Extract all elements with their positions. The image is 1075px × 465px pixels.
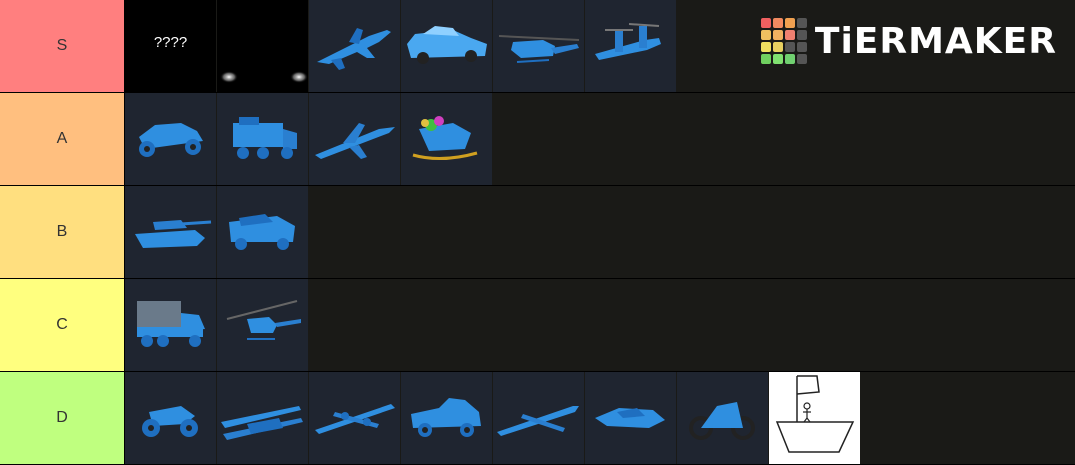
tier-row-s: S ???? TiERMAKER [0,0,1075,92]
dirt-bike-tile[interactable] [677,372,768,464]
tier-row-b: B [0,186,1075,278]
headlights-icon [220,71,308,83]
tier-row-a: A [0,93,1075,185]
tier-label-s: S [0,0,124,92]
logo-grid-icon [760,18,807,64]
humvee-icon [229,214,295,250]
cargo-truck-tile[interactable] [125,279,216,371]
helicopter-tile[interactable] [493,0,584,92]
tier-items-b[interactable] [125,186,1075,278]
hover-bike-tile[interactable] [585,372,676,464]
tier-label-b: B [0,186,124,278]
hidden-item-tile[interactable]: ???? [125,0,216,92]
tiltrotor-icon [595,23,661,60]
tier-label-c: C [0,279,124,371]
light-helicopter-icon [226,300,301,340]
tier-items-c[interactable] [125,279,1075,371]
helicopter-icon [498,35,580,63]
dark-car-tile[interactable] [217,0,308,92]
boat-drawing-tile[interactable] [769,372,860,464]
tier-board: S ???? TiERMAKER A B C D [0,0,1075,465]
tier-row-c: C [0,279,1075,371]
pickup-truck-tile[interactable] [401,372,492,464]
biplane-tile[interactable] [217,372,308,464]
twin-engine-plane-icon [315,404,395,434]
hover-bike-icon [595,408,665,428]
logo-text: TiERMAKER [814,20,1057,62]
sleigh-tile[interactable] [401,93,492,185]
tier-label-d: D [0,372,124,464]
dune-buggy-icon [139,123,203,157]
humvee-tile[interactable] [217,186,308,278]
pickup-truck-icon [411,398,481,437]
quad-bike-icon [142,406,198,437]
tier-items-a[interactable] [125,93,1075,185]
twin-engine-plane-tile[interactable] [309,372,400,464]
tier-label-a: A [0,93,124,185]
tiermaker-logo: TiERMAKER [760,18,1057,64]
attack-jet-icon [315,123,395,159]
transport-plane-tile[interactable] [493,372,584,464]
cargo-truck-icon [137,301,205,347]
hidden-item-text: ???? [153,34,188,51]
armored-truck-icon [233,117,297,159]
tiltrotor-tile[interactable] [585,0,676,92]
tier-row-d: D [0,372,1075,464]
tier-items-s[interactable]: ???? TiERMAKER [125,0,1075,92]
sports-car-icon [407,26,487,64]
attack-jet-tile[interactable] [309,93,400,185]
armored-truck-tile[interactable] [217,93,308,185]
dune-buggy-tile[interactable] [125,93,216,185]
sleigh-icon [412,116,478,161]
fighter-jet-tile[interactable] [309,0,400,92]
dirt-bike-icon [689,402,755,440]
tank-tile[interactable] [125,186,216,278]
transport-plane-icon [497,406,579,436]
tier-items-d[interactable] [125,372,1075,464]
light-helicopter-tile[interactable] [217,279,308,371]
biplane-icon [221,406,303,440]
tank-icon [135,220,212,248]
boat-drawing-icon [775,375,855,453]
sports-car-tile[interactable] [401,0,492,92]
fighter-jet-icon [317,28,391,70]
quad-bike-tile[interactable] [125,372,216,464]
